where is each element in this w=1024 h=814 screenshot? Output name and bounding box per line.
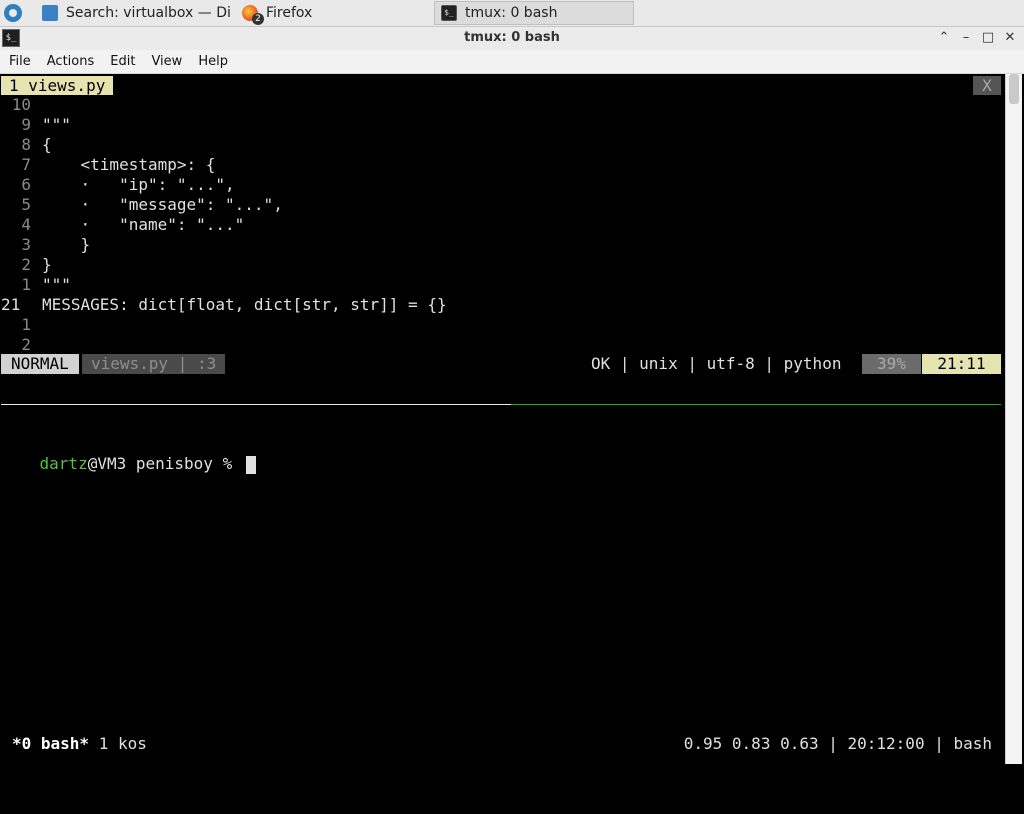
line-text: · "ip": "...",: [42, 175, 235, 194]
code-line[interactable]: 1 """: [1, 275, 71, 295]
vim-statusline: NORMAL views.py | :3 OK | unix | utf-8 |…: [1, 354, 1001, 374]
line-text: MESSAGES: dict[float, dict[str, str]] = …: [42, 295, 447, 314]
code-line[interactable]: 2: [1, 335, 31, 355]
terminal-icon: $_: [441, 5, 457, 21]
line-number: 6: [21, 175, 31, 194]
prompt-user: dartz: [39, 454, 88, 473]
status-cursor-position: 21:11: [922, 354, 1001, 374]
line-number: 1: [21, 315, 31, 334]
menu-edit[interactable]: Edit: [101, 54, 142, 69]
folder-search-icon: [42, 5, 58, 21]
code-line[interactable]: 21 MESSAGES: dict[float, dict[str, str]] …: [1, 295, 447, 315]
code-line[interactable]: 10: [1, 95, 31, 115]
window-controls: ⌃ – □ ✕: [936, 30, 1018, 46]
menu-actions[interactable]: Actions: [38, 54, 102, 69]
line-text: }: [42, 255, 52, 274]
buffer-close-button[interactable]: X: [973, 76, 1001, 95]
task-label: Search: virtualbox — Di...: [66, 5, 232, 21]
code-line[interactable]: 4 · "name": "...": [1, 215, 244, 235]
line-number: 7: [21, 155, 31, 174]
line-text: <timestamp>: {: [42, 155, 216, 174]
vim-bufferline: 1 views.py X: [1, 76, 1001, 95]
code-line[interactable]: 9 """: [1, 115, 71, 135]
tmux-pane-divider[interactable]: [1, 404, 1001, 405]
line-number: 3: [21, 235, 31, 254]
code-line[interactable]: 6 · "ip": "...",: [1, 175, 234, 195]
tmux-window-other[interactable]: 1 kos: [89, 734, 147, 753]
menu-bar: File Actions Edit View Help: [0, 50, 1024, 74]
tmux-statusbar: *0 bash* 1 kos 0.95 0.83 0.63 | 20:12:00…: [1, 734, 1001, 754]
tmux-window-list: *0 bash* 1 kos: [12, 734, 147, 754]
terminal-area[interactable]: 1 views.py X 10 9 """ 8{7 <timestamp>: {6 ·…: [1, 74, 1001, 766]
line-number: 2: [21, 255, 31, 274]
restore-button[interactable]: –: [958, 30, 974, 46]
taskbar-task-firefox[interactable]: 2 Firefox: [236, 1, 432, 25]
code-line[interactable]: 3 }: [1, 235, 90, 255]
tmux-window-active[interactable]: *0 bash*: [12, 734, 89, 753]
line-number: 10: [11, 95, 31, 114]
code-line[interactable]: 7 <timestamp>: {: [1, 155, 215, 175]
menu-view[interactable]: View: [142, 54, 189, 69]
tmux-status-right: 0.95 0.83 0.63 | 20:12:00 | bash: [683, 734, 992, 753]
code-line[interactable]: 8{: [1, 135, 51, 155]
line-text: {: [42, 135, 52, 154]
line-number: 4: [21, 215, 31, 234]
taskbar-task-terminal[interactable]: $_ tmux: 0 bash: [434, 1, 634, 25]
taskbar-task-dolphin[interactable]: Search: virtualbox — Di...: [36, 1, 232, 25]
status-percent: 39%: [862, 354, 921, 374]
line-text: """: [42, 115, 71, 134]
buffer-tab-views-py[interactable]: 1 views.py: [1, 76, 114, 95]
line-number: 21: [1, 295, 21, 314]
line-number: 9: [21, 115, 31, 134]
window-title: tmux: 0 bash: [464, 30, 560, 45]
minimize-button[interactable]: ⌃: [936, 30, 952, 46]
firefox-icon: 2: [242, 5, 264, 25]
task-label: tmux: 0 bash: [465, 5, 558, 21]
status-fileinfo: OK | unix | utf-8 | python: [591, 354, 842, 373]
task-label: Firefox: [266, 5, 313, 21]
code-line[interactable]: 5 · "message": "...",: [1, 195, 282, 215]
line-text: · "message": "...",: [42, 195, 283, 214]
line-text: }: [42, 235, 91, 254]
scrollbar[interactable]: [1005, 74, 1022, 764]
maximize-button[interactable]: □: [980, 30, 996, 46]
line-number: 8: [21, 135, 31, 154]
taskbar: Search: virtualbox — Di... 2 Firefox $_ …: [0, 0, 1024, 27]
scrollbar-thumb[interactable]: [1009, 74, 1019, 104]
status-filename: views.py | :3: [82, 354, 226, 374]
line-number: 1: [21, 275, 31, 294]
line-number: 5: [21, 195, 31, 214]
code-line[interactable]: 2}: [1, 255, 51, 275]
window-titlebar[interactable]: $_ tmux: 0 bash ⌃ – □ ✕: [0, 27, 1024, 50]
text-cursor: [245, 455, 256, 474]
line-text: · "name": "...": [42, 215, 245, 234]
line-number: 2: [21, 335, 31, 354]
prompt-host-dir: @VM3 penisboy %: [87, 454, 242, 473]
vim-mode: NORMAL: [1, 354, 79, 374]
line-text: """: [42, 275, 71, 294]
close-button[interactable]: ✕: [1002, 30, 1018, 46]
menu-file[interactable]: File: [0, 54, 38, 69]
shell-prompt[interactable]: dartz@VM3 penisboy %: [1, 434, 256, 474]
menu-help[interactable]: Help: [189, 54, 235, 69]
window-count-badge: 2: [252, 13, 264, 25]
code-line[interactable]: 1: [1, 315, 31, 335]
start-menu-icon[interactable]: [4, 4, 22, 22]
